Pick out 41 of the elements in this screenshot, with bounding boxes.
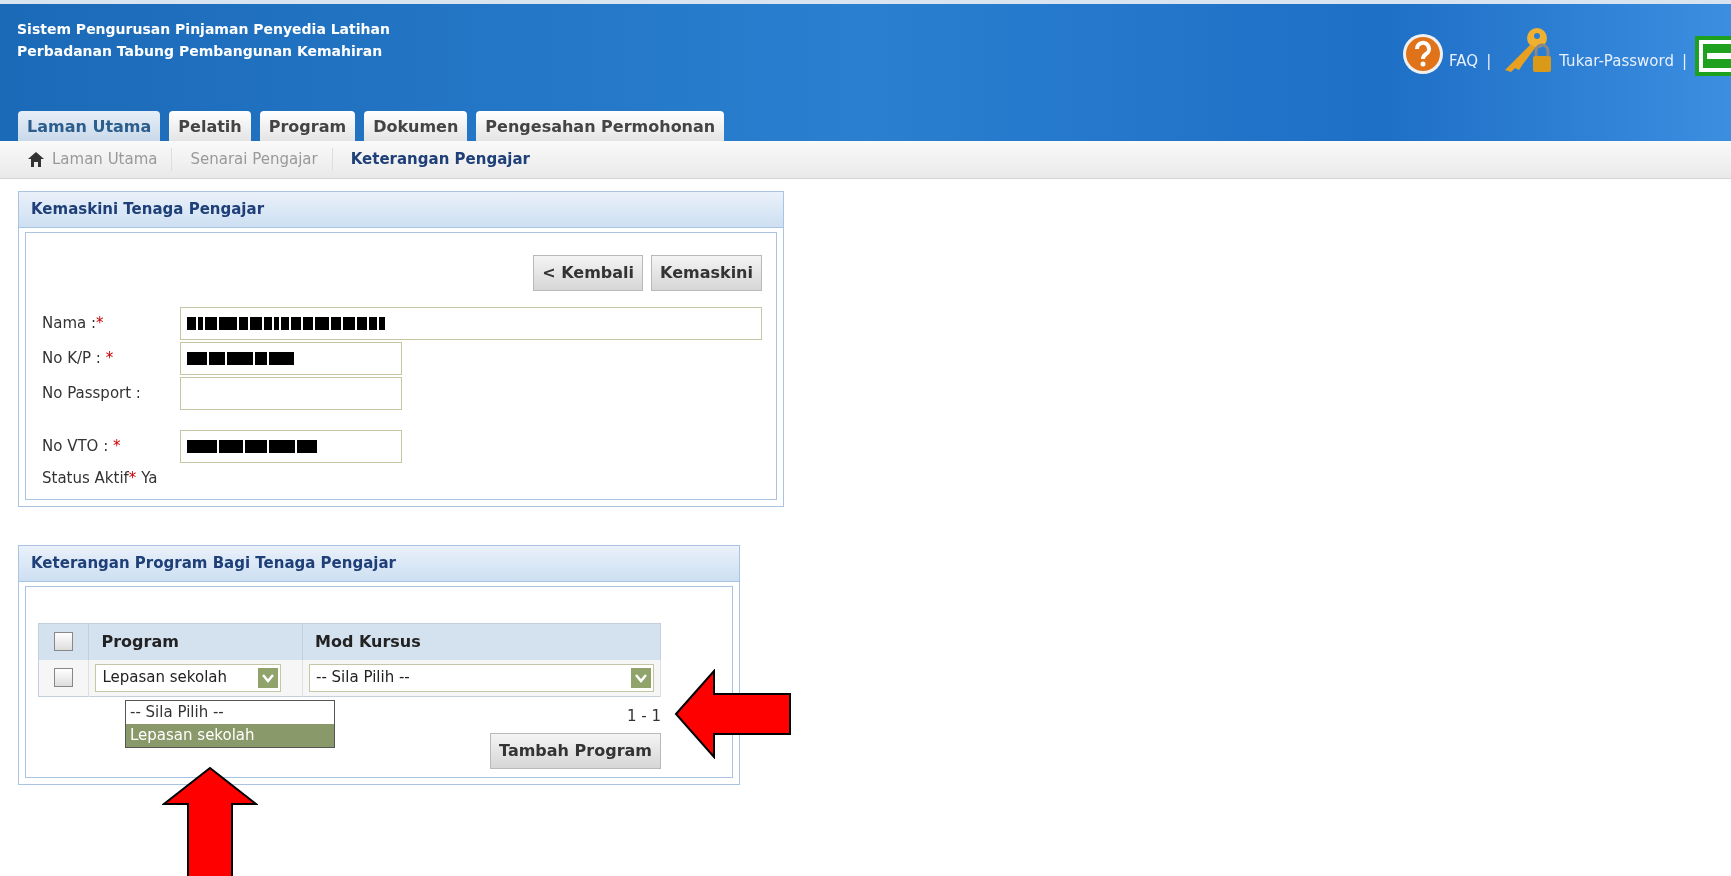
separator: | [1681, 50, 1687, 72]
required-mark: * [96, 313, 104, 332]
header-link[interactable]: FAQ [1449, 49, 1479, 72]
update-button[interactable]: Kemaskini [651, 254, 762, 291]
select-field[interactable]: Lepasan sekolah [95, 663, 282, 692]
status-value: Ya [141, 468, 158, 487]
panel-title: Keterangan Program Bagi Tenaga Pengajar [19, 546, 739, 582]
required-mark: * [105, 348, 114, 367]
dropdown-option[interactable]: -- Sila Pilih -- [126, 700, 334, 724]
column-header: Mod Kursus [302, 623, 661, 660]
column-header: Program [88, 623, 303, 660]
field-label: Status Aktif [42, 468, 129, 487]
field-label: No K/P : [42, 348, 102, 367]
text-field[interactable] [180, 306, 762, 340]
exit-icon[interactable] [1695, 36, 1731, 76]
breadcrumb-item: Keterangan Pengajar [349, 149, 531, 171]
field-label: No Passport : [42, 383, 141, 402]
select-all-checkbox[interactable] [54, 632, 74, 651]
row-checkbox[interactable] [54, 668, 74, 687]
nav-tab[interactable]: Program [259, 111, 356, 141]
text-field[interactable] [180, 429, 402, 463]
separator: | [1486, 50, 1492, 72]
text-field[interactable] [180, 341, 402, 375]
app-title: Perbadanan Tabung Pembangunan Kemahiran [17, 42, 383, 61]
field-label: Nama : [42, 313, 97, 332]
required-mark: * [113, 436, 121, 455]
panel-title: Kemaskini Tenaga Pengajar [19, 192, 783, 228]
home-icon[interactable] [28, 152, 44, 167]
pager-text: 1 - 1 [626, 706, 661, 725]
back-button[interactable]: < Kembali [533, 254, 644, 291]
field-label: No VTO : [42, 436, 110, 455]
select-field[interactable]: -- Sila Pilih -- [309, 663, 654, 692]
nav-tab[interactable]: Dokumen [364, 111, 468, 141]
nav-tab[interactable]: Pelatih [169, 111, 251, 141]
text-field[interactable] [180, 376, 402, 410]
help-icon[interactable] [1401, 32, 1446, 76]
required-mark: * [128, 468, 137, 487]
add-program-button[interactable]: Tambah Program [490, 733, 661, 769]
app-title: Sistem Pengurusan Pinjaman Penyedia Latihan [17, 20, 390, 39]
nav-tab[interactable]: Laman Utama [18, 111, 161, 141]
nav-tab[interactable]: Pengesahan Permohonan [476, 111, 725, 141]
